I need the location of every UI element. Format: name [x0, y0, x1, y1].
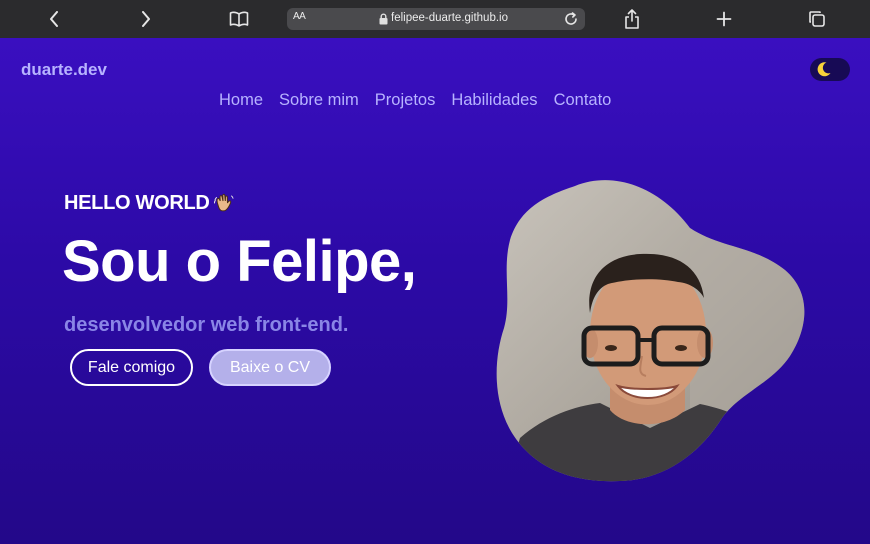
nav-sobre-mim[interactable]: Sobre mim: [279, 91, 359, 110]
reload-icon[interactable]: [563, 11, 579, 27]
lock-icon: [379, 13, 388, 25]
chevron-right-icon[interactable]: [134, 6, 158, 32]
tabs-icon[interactable]: [805, 6, 829, 32]
text-size-button[interactable]: AA: [293, 11, 306, 22]
plus-icon[interactable]: [712, 6, 736, 32]
chevron-left-icon[interactable]: [42, 6, 66, 32]
greeting: HELLO WORLD: [64, 191, 236, 215]
contact-button[interactable]: Fale comigo: [70, 349, 193, 386]
main-nav: Home Sobre mim Projetos Habilidades Cont…: [219, 91, 611, 110]
site-logo[interactable]: duarte.dev: [21, 60, 107, 80]
nav-home[interactable]: Home: [219, 91, 263, 110]
share-icon[interactable]: [620, 6, 644, 32]
nav-projetos[interactable]: Projetos: [375, 91, 436, 110]
greeting-text: HELLO WORLD: [64, 191, 210, 214]
book-icon[interactable]: [227, 6, 251, 32]
address-bar[interactable]: AA felipee-duarte.github.io: [287, 8, 585, 30]
moon-icon: [817, 62, 831, 77]
nav-habilidades[interactable]: Habilidades: [451, 91, 537, 110]
waving-hand-icon: [213, 193, 234, 212]
download-cv-button[interactable]: Baixe o CV: [209, 349, 331, 386]
profile-photo: [496, 180, 805, 482]
hero-headline: Sou o Felipe,: [62, 229, 417, 294]
browser-toolbar: AA felipee-duarte.github.io: [0, 0, 870, 39]
page: duarte.dev Home Sobre mim Projetos Habil…: [0, 38, 870, 544]
url-text: felipee-duarte.github.io: [391, 12, 508, 24]
hero-subtitle: desenvolvedor web front-end.: [64, 314, 349, 336]
theme-toggle[interactable]: [810, 58, 850, 81]
nav-contato[interactable]: Contato: [554, 91, 612, 110]
